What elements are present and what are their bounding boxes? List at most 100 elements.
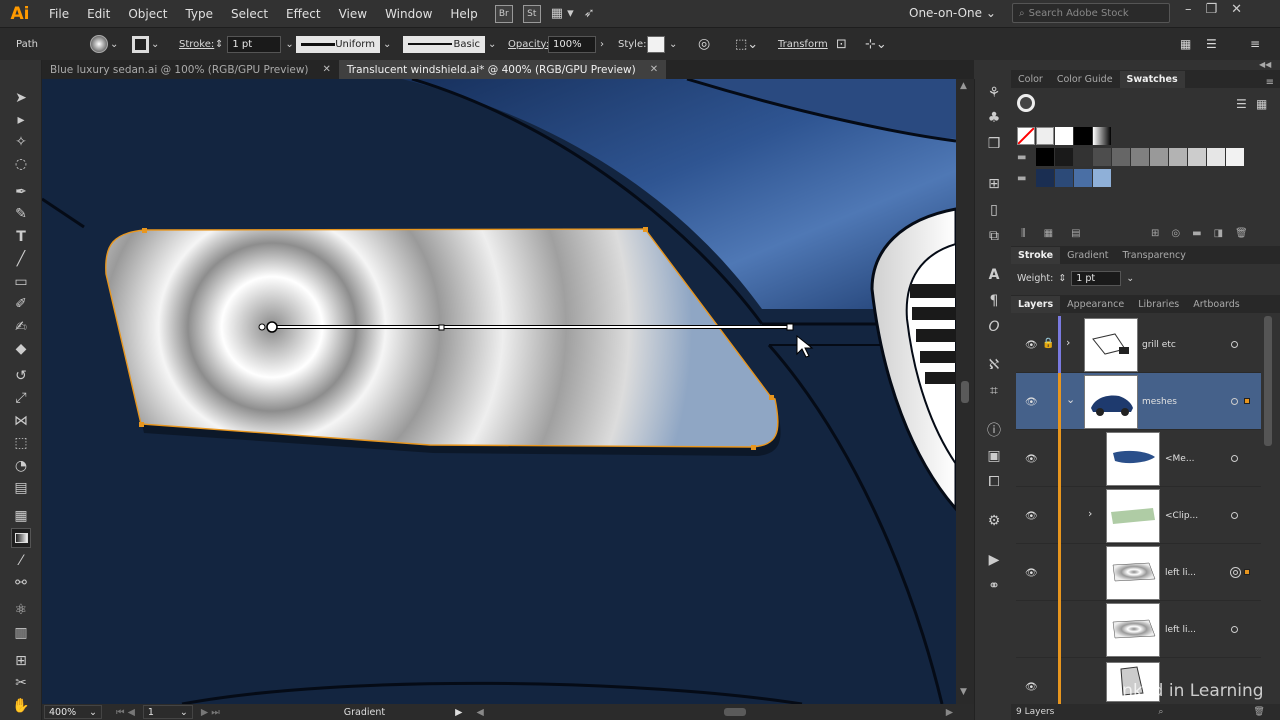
scale-tool-icon[interactable]: ⤢ xyxy=(11,388,31,408)
rectangle-tool-icon[interactable]: ▭ xyxy=(11,272,31,292)
swatches-grid-view-icon[interactable]: ▦ xyxy=(1256,97,1267,111)
tab-translucent-windshield[interactable]: Translucent windshield.ai* @ 400% (RGB/G… xyxy=(338,60,667,79)
artboard-canvas[interactable] xyxy=(42,79,956,704)
menu-object[interactable]: Object xyxy=(119,7,176,21)
menu-window[interactable]: Window xyxy=(376,7,441,21)
delete-swatch-icon[interactable]: 🗑 xyxy=(1235,228,1248,239)
artboard-tool-icon[interactable]: ⊞ xyxy=(11,651,31,671)
paintbrush-tool-icon[interactable]: ✐ xyxy=(11,294,31,314)
align-icon[interactable]: ⬚⌄ xyxy=(735,37,758,52)
fill-swatch[interactable]: ⌄ xyxy=(90,35,118,53)
transform-link[interactable]: Transform xyxy=(778,39,828,50)
swatch-gray-8[interactable] xyxy=(1169,148,1187,166)
swatch-white[interactable] xyxy=(1055,127,1073,145)
links-icon[interactable]: ⚭ xyxy=(984,576,1004,596)
curvature-tool-icon[interactable]: ✎ xyxy=(11,204,31,224)
paragraph-icon[interactable]: ¶ xyxy=(984,291,1004,311)
stroke-weight-value[interactable]: 1 pt xyxy=(227,35,282,53)
swatch-gray-9[interactable] xyxy=(1188,148,1206,166)
swatch-gradient[interactable] xyxy=(1093,127,1111,145)
graphic-style-swatch[interactable]: ⌄ xyxy=(647,35,677,53)
menu-file[interactable]: File xyxy=(40,7,78,21)
horizontal-scroll-right-icon[interactable]: ▶ xyxy=(946,707,953,718)
stroke-weight-field[interactable]: ⇕ 1 pt ⌄ xyxy=(215,35,294,53)
visibility-eye-icon[interactable]: 👁 xyxy=(1025,568,1038,579)
stepper-icon[interactable]: ⇕ xyxy=(1058,273,1066,284)
swatch-options-icon[interactable]: ▤ xyxy=(1071,228,1080,239)
selection-tool-icon[interactable]: ➤ xyxy=(11,88,31,108)
chevron-down-icon[interactable]: ⌄ xyxy=(1126,273,1134,284)
settings-icon[interactable]: ⚙ xyxy=(984,511,1004,531)
swatch-libraries-icon[interactable]: ⫼ xyxy=(1021,228,1026,239)
free-transform-tool-icon[interactable]: ⬚ xyxy=(11,433,31,453)
swatch-gray-5[interactable] xyxy=(1112,148,1130,166)
fill-stroke-indicator[interactable] xyxy=(1017,94,1035,112)
navigator-icon[interactable]: ⧠ xyxy=(984,472,1004,492)
stock-button[interactable]: St xyxy=(522,4,541,23)
close-icon[interactable]: ✕ xyxy=(323,64,331,75)
new-folder-icon[interactable]: ▬ xyxy=(1192,228,1201,239)
menu-effect[interactable]: Effect xyxy=(277,7,330,21)
tab-libraries[interactable]: Libraries xyxy=(1131,296,1186,313)
selection-indicator[interactable] xyxy=(1244,569,1250,575)
swatch-gray-4[interactable] xyxy=(1093,148,1111,166)
isolate-icon[interactable]: ⊡ xyxy=(836,37,847,52)
stroke-label[interactable]: Stroke: xyxy=(179,39,214,50)
chevron-right-icon[interactable]: › xyxy=(1088,507,1092,520)
minimize-icon[interactable]: – xyxy=(1185,2,1192,17)
layer-row-grill[interactable]: 👁 🔒 › grill etc xyxy=(1016,316,1261,373)
type-tool-icon[interactable]: T xyxy=(11,227,31,247)
symbol-sprayer-tool-icon[interactable]: ⚛ xyxy=(11,600,31,620)
menu-view[interactable]: View xyxy=(330,7,376,21)
layer-row-meshes[interactable]: 👁 ⌄ meshes xyxy=(1016,373,1261,430)
width-tool-icon[interactable]: ⋈ xyxy=(11,411,31,431)
new-swatch-icon[interactable]: ◨ xyxy=(1214,228,1223,239)
opacity-field[interactable]: 100% › xyxy=(548,35,604,53)
layer-row-clip-group[interactable]: 👁 › <Clip... xyxy=(1016,487,1261,544)
weight-value[interactable]: 1 pt xyxy=(1071,271,1122,286)
recolor-artwork-icon[interactable]: ◎ xyxy=(698,36,710,52)
eyedropper-tool-icon[interactable]: ⁄ xyxy=(11,551,31,571)
lasso-tool-icon[interactable]: ◌ xyxy=(11,154,31,174)
visibility-eye-icon[interactable]: 👁 xyxy=(1025,397,1038,408)
shaper-tool-icon[interactable]: ✍ xyxy=(11,317,31,337)
stepper-icon[interactable]: ⇕ xyxy=(215,39,223,50)
swatch-blue-3[interactable] xyxy=(1074,169,1092,187)
puppet-warp-icon[interactable]: ⊹⌄ xyxy=(865,37,887,52)
column-graph-tool-icon[interactable]: ▥ xyxy=(11,623,31,643)
menu-edit[interactable]: Edit xyxy=(78,7,119,21)
puppet-icon[interactable]: ⚘ xyxy=(984,83,1004,103)
chevron-right-icon[interactable]: › xyxy=(1066,336,1070,349)
arrange-documents-icon[interactable]: ▦ ▾ xyxy=(551,6,574,21)
menu-type[interactable]: Type xyxy=(176,7,222,21)
panel-collapse-icon[interactable]: ◀◀ xyxy=(1259,60,1271,69)
distribute-icon[interactable]: ▯ xyxy=(984,200,1004,220)
tab-color[interactable]: Color xyxy=(1011,71,1050,88)
chevron-down-icon[interactable]: ⌄ xyxy=(1066,393,1075,406)
chevron-down-icon[interactable]: ⌄ xyxy=(285,39,293,50)
target-selected-icon[interactable] xyxy=(1230,567,1241,578)
target-circle-icon[interactable] xyxy=(1231,398,1238,405)
swatch-gray-10[interactable] xyxy=(1207,148,1225,166)
stock-search-input[interactable]: ⌕ Search Adobe Stock xyxy=(1012,3,1170,23)
gradient-tool-icon[interactable] xyxy=(11,528,31,548)
tab-layers[interactable]: Layers xyxy=(1011,296,1061,313)
perspective-grid-tool-icon[interactable]: ▤ xyxy=(11,478,31,498)
bridge-button[interactable]: Br xyxy=(494,4,513,23)
swatch-none[interactable] xyxy=(1017,127,1035,145)
canvas-vertical-scrollbar[interactable]: ▲ ▼ xyxy=(956,79,974,704)
layer-row-left-light-2[interactable]: left li... xyxy=(1016,601,1261,658)
swatch-blue-4[interactable] xyxy=(1093,169,1111,187)
swatch-blue-2[interactable] xyxy=(1055,169,1073,187)
tab-artboards[interactable]: Artboards xyxy=(1186,296,1247,313)
close-icon[interactable]: ✕ xyxy=(650,64,658,75)
layer-row-left-light-1[interactable]: 👁 left li... xyxy=(1016,544,1261,601)
panel-menu-icon[interactable]: ≡ xyxy=(1266,77,1274,88)
gpu-performance-icon[interactable]: ➶ xyxy=(584,6,595,21)
last-artboard-icon[interactable]: ▶ ⏭ xyxy=(201,707,220,718)
hand-tool-icon[interactable]: ✋ xyxy=(11,696,31,716)
layers-scrollbar[interactable] xyxy=(1264,316,1272,446)
brush-definition[interactable]: Basic ⌄ xyxy=(403,35,496,53)
menu-help[interactable]: Help xyxy=(441,7,486,21)
swatch-gray-3[interactable] xyxy=(1074,148,1092,166)
